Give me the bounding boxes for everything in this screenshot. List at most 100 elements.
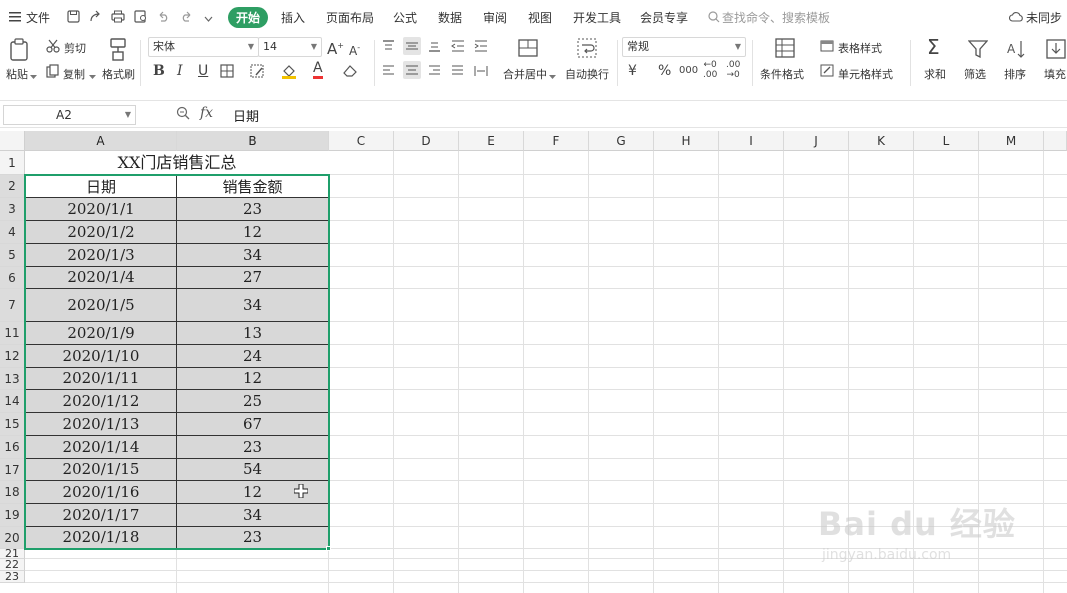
cloud-sync-icon[interactable] [1009,11,1023,25]
align-center-icon[interactable] [403,61,421,79]
copy-button[interactable]: 复制 [63,66,85,82]
formula-input[interactable]: 日期 [233,106,259,125]
row-header-15[interactable]: 15 [0,413,25,436]
font-name-select[interactable]: 宋体 ▼ [148,37,259,57]
menu-file[interactable]: 文件 [26,9,50,26]
tab-data[interactable]: 数据 [438,9,462,26]
row-header-2[interactable]: 2 [0,175,25,198]
paste-button[interactable]: 粘贴 [6,66,28,82]
column-header-l[interactable]: L [914,131,979,151]
row-header-12[interactable]: 12 [0,345,25,368]
name-box[interactable]: A2 ▼ [3,105,136,125]
share-icon[interactable] [89,10,102,26]
row-header-7[interactable]: 7 [0,289,25,322]
column-header-d[interactable]: D [394,131,459,151]
paste-dropdown-icon[interactable] [30,69,37,83]
increase-decimal-icon[interactable]: ←0.00 [703,60,717,80]
date-cell[interactable]: 2020/1/10 [25,345,177,368]
row-header-13[interactable]: 13 [0,368,25,390]
date-cell[interactable]: 2020/1/15 [25,459,177,481]
header-amount-cell[interactable]: 销售金额 [177,175,329,198]
amount-cell[interactable]: 23 [177,527,329,549]
tab-page-layout[interactable]: 页面布局 [326,9,374,26]
align-left-icon[interactable] [382,65,395,80]
fill-color-icon[interactable] [281,63,297,82]
row-header-18[interactable]: 18 [0,481,25,504]
align-bottom-icon[interactable] [428,40,441,55]
row-header-20[interactable]: 20 [0,527,25,549]
tab-review[interactable]: 审阅 [483,9,507,26]
justify-icon[interactable] [451,65,464,80]
select-all-corner[interactable] [0,131,25,151]
row-header-5[interactable]: 5 [0,244,25,267]
column-header-b[interactable]: B [177,131,329,151]
conditional-format-button[interactable]: 条件格式 [760,66,804,82]
row-header-4[interactable]: 4 [0,221,25,244]
amount-cell[interactable]: 34 [177,244,329,267]
copy-dropdown-icon[interactable] [89,69,96,83]
row-header-11[interactable]: 11 [0,322,25,345]
zoom-icon[interactable] [176,106,190,124]
date-cell[interactable]: 2020/1/2 [25,221,177,244]
column-header-f[interactable]: F [524,131,589,151]
erase-format-icon[interactable] [250,64,265,81]
amount-cell[interactable]: 34 [177,504,329,527]
align-middle-icon[interactable] [403,37,421,55]
cut-button[interactable]: 剪切 [64,40,86,56]
tab-view[interactable]: 视图 [528,9,552,26]
decrease-decimal-icon[interactable]: .00 →0 [726,60,740,80]
date-cell[interactable]: 2020/1/12 [25,390,177,413]
row-header-6[interactable]: 6 [0,267,25,289]
amount-cell[interactable]: 23 [177,436,329,459]
date-cell[interactable]: 2020/1/1 [25,198,177,221]
fill-button[interactable]: 填充 [1044,66,1066,82]
redo-icon[interactable] [180,10,193,25]
align-top-icon[interactable] [382,40,395,55]
date-cell[interactable]: 2020/1/13 [25,413,177,436]
column-header-k[interactable]: K [849,131,914,151]
column-header-j[interactable]: J [784,131,849,151]
column-header-m[interactable]: M [979,131,1044,151]
date-cell[interactable]: 2020/1/18 [25,527,177,549]
header-date-cell[interactable]: 日期 [25,175,177,198]
column-header-c[interactable]: C [329,131,394,151]
date-cell[interactable]: 2020/1/17 [25,504,177,527]
increase-font-icon[interactable]: A+ [327,37,344,58]
row-header-16[interactable]: 16 [0,436,25,459]
amount-cell[interactable]: 34 [177,289,329,322]
tab-home[interactable]: 开始 [228,7,269,28]
bold-button[interactable]: B [153,62,165,80]
column-header-g[interactable]: G [589,131,654,151]
tab-developer[interactable]: 开发工具 [573,9,621,26]
amount-cell[interactable]: 12 [177,368,329,390]
tab-member[interactable]: 会员专享 [640,9,688,26]
font-size-select[interactable]: 14 ▼ [258,37,322,57]
row-header-1[interactable]: 1 [0,151,25,175]
number-format-select[interactable]: 常规 ▼ [622,37,746,57]
date-cell[interactable]: 2020/1/11 [25,368,177,390]
underline-button[interactable]: U [198,62,208,80]
amount-cell[interactable]: 27 [177,267,329,289]
decrease-font-icon[interactable]: A- [349,39,360,60]
sum-button[interactable]: 求和 [924,66,946,82]
amount-cell[interactable]: 54 [177,459,329,481]
column-header-i[interactable]: I [719,131,784,151]
indent-increase-icon[interactable] [474,40,488,55]
font-color-icon[interactable]: A [313,61,323,79]
chevron-down-icon[interactable] [204,12,213,26]
sheet-title-cell[interactable]: XX门店销售汇总 [25,151,329,175]
wrap-text-button[interactable]: 自动换行 [565,66,609,82]
tab-formulas[interactable]: 公式 [393,9,417,26]
merge-center-button[interactable]: 合并居中 [503,66,547,82]
sync-status[interactable]: 未同步 [1026,9,1062,26]
column-header-h[interactable]: H [654,131,719,151]
amount-cell[interactable]: 25 [177,390,329,413]
eraser-icon[interactable] [343,64,358,80]
row-header-19[interactable]: 19 [0,504,25,527]
print-preview-icon[interactable] [134,10,148,26]
column-header-e[interactable]: E [459,131,524,151]
tab-insert[interactable]: 插入 [281,9,305,26]
date-cell[interactable]: 2020/1/4 [25,267,177,289]
undo-icon[interactable] [157,10,170,25]
date-cell[interactable]: 2020/1/9 [25,322,177,345]
